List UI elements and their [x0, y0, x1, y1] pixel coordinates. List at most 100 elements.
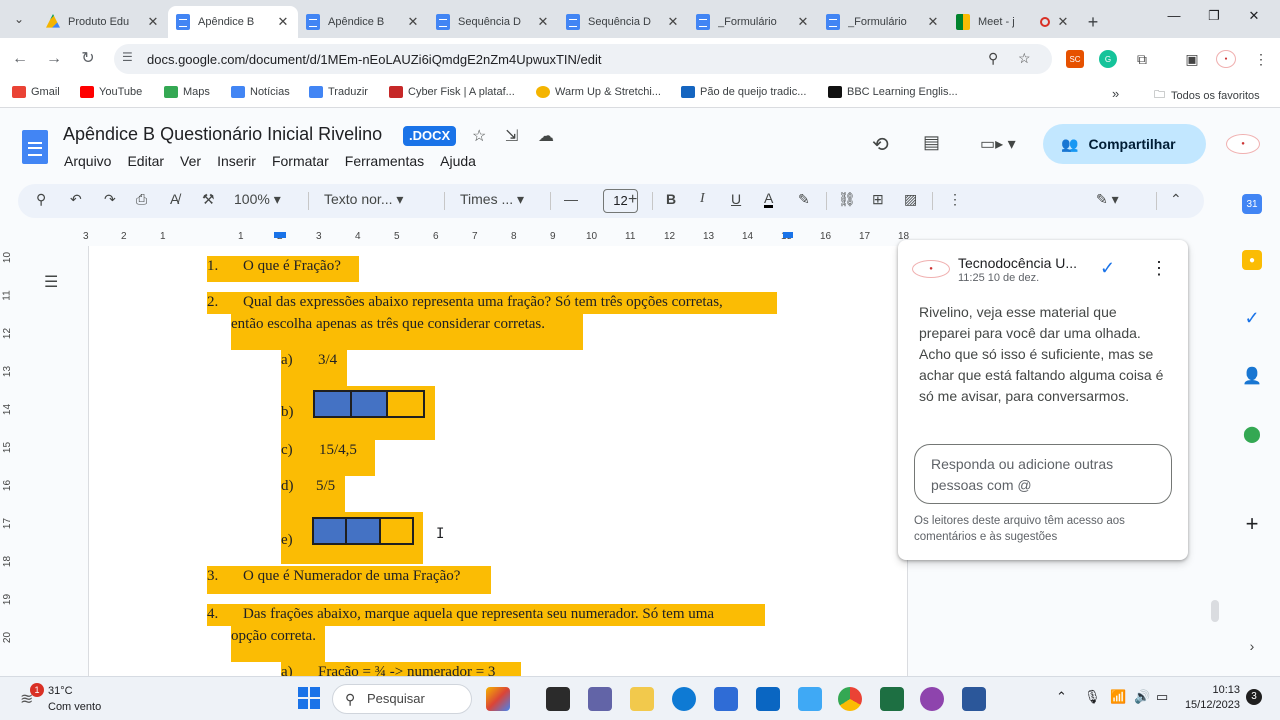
close-icon[interactable]: ✕ [1056, 14, 1070, 30]
editing-mode-icon[interactable]: ✎ ▾ [1096, 191, 1119, 208]
increase-font-icon[interactable]: + [628, 191, 637, 209]
style-select[interactable]: Texto nor... ▾ [324, 191, 432, 208]
grammarly-icon[interactable]: G [1099, 50, 1117, 68]
menu-editar[interactable]: Editar [127, 153, 164, 169]
sc-extension-icon[interactable]: SC [1066, 50, 1084, 68]
cloud-status-icon[interactable]: ☁ [538, 126, 554, 146]
menu-ajuda[interactable]: Ajuda [440, 153, 476, 169]
insert-image-icon[interactable]: ▨ [904, 191, 917, 208]
side-panel-icon[interactable]: ▣ [1183, 50, 1201, 68]
bookmark-cyber-fisk[interactable]: Cyber Fisk | A plataf... [389, 86, 515, 98]
tasks-icon[interactable]: ✓ [1242, 308, 1262, 328]
bold-icon[interactable]: B [666, 191, 676, 207]
back-icon[interactable]: ← [10, 49, 30, 69]
meet-video-icon[interactable]: ▭▸ ▾ [980, 134, 1016, 154]
tray-overflow-icon[interactable]: ⌃ [1056, 689, 1067, 705]
notification-badge[interactable]: 3 [1246, 689, 1262, 705]
tab-apendice[interactable]: Apêndice B ✕ [298, 6, 428, 38]
close-icon[interactable]: ✕ [926, 14, 940, 30]
computer-icon[interactable] [798, 687, 822, 711]
collapse-menus-icon[interactable]: ⌃ [1170, 191, 1182, 208]
show-side-panel-icon[interactable]: › [1242, 636, 1262, 656]
tab-meet[interactable]: Meet - j ✕ [948, 6, 1078, 38]
highlight-icon[interactable]: ✎ [798, 191, 810, 208]
reload-icon[interactable]: ↻ [78, 49, 98, 69]
wifi-icon[interactable]: 📶 [1110, 689, 1126, 705]
redo-icon[interactable]: ↷ [104, 191, 116, 208]
reply-input[interactable]: Responda ou adicione outras pessoas com … [914, 444, 1172, 504]
tab-produto[interactable]: Produto Edu ✕ [38, 6, 168, 38]
menu-ferramentas[interactable]: Ferramentas [345, 153, 424, 169]
restore-icon[interactable]: ❐ [1204, 8, 1224, 24]
all-bookmarks[interactable]: 🗀 Todos os favoritos [1154, 86, 1260, 105]
site-info-icon[interactable]: ☰ [122, 50, 133, 64]
extensions-icon[interactable]: ⧉ [1133, 50, 1151, 68]
bookmark-pao-de-queijo[interactable]: Pão de queijo tradic... [681, 86, 806, 98]
clock[interactable]: 10:13 15/12/2023 [1184, 683, 1240, 713]
bookmark-maps[interactable]: Maps [164, 86, 210, 98]
task-view-icon[interactable] [546, 687, 570, 711]
menu-formatar[interactable]: Formatar [272, 153, 329, 169]
paint-format-icon[interactable]: ⚒ [202, 191, 215, 208]
more-tools-icon[interactable]: ⋮ [948, 191, 962, 208]
bookmark-warm-up[interactable]: Warm Up & Stretchi... [536, 86, 661, 98]
close-icon[interactable]: ✕ [796, 14, 810, 30]
horizontal-ruler[interactable]: 3 2 1 1 2 3 4 5 6 7 8 9 10 11 12 13 14 1… [0, 226, 909, 246]
microphone-icon[interactable]: 🎙 [1084, 689, 1101, 705]
forward-icon[interactable]: → [44, 49, 64, 69]
maps-icon[interactable]: ⬤ [1242, 424, 1262, 444]
close-icon[interactable]: ✕ [536, 14, 550, 30]
move-folder-icon[interactable]: ⇲ [505, 126, 518, 146]
bookmark-bbc[interactable]: BBC Learning Englis... [828, 86, 958, 98]
indent-marker[interactable] [274, 232, 286, 238]
zoom-icon[interactable]: ⚲ [988, 50, 998, 67]
teams-icon[interactable] [588, 687, 612, 711]
tab-sequencia-2[interactable]: Sequência D ✕ [558, 6, 688, 38]
spellcheck-icon[interactable]: A̸ [170, 191, 179, 207]
zoom-select[interactable]: 100% ▾ [234, 191, 281, 208]
decrease-font-icon[interactable]: — [564, 191, 578, 207]
search-menus-icon[interactable]: ⚲ [36, 191, 46, 208]
document-outline-icon[interactable]: ☰ [44, 272, 64, 292]
docs-home-icon[interactable] [22, 130, 48, 164]
start-button[interactable] [298, 687, 320, 709]
text-color-icon[interactable]: A [764, 191, 774, 208]
weather-widget[interactable]: ≋ 1 31°C Com vento [16, 683, 126, 715]
url-text[interactable]: docs.google.com/document/d/1MEm-nEoLAUZi… [147, 52, 601, 67]
document-page[interactable]: 1. O que é Fração? 2. Qual das expressõe… [88, 246, 908, 676]
menu-ver[interactable]: Ver [180, 153, 201, 169]
comment-more-icon[interactable]: ⋮ [1150, 258, 1168, 279]
edge-icon[interactable] [672, 687, 696, 711]
bookmark-youtube[interactable]: YouTube [80, 86, 142, 98]
comment-card[interactable]: ● Tecnodocência U... 11:25 10 de dez. ✓ … [898, 240, 1188, 560]
new-tab-button[interactable]: + [1078, 6, 1108, 38]
contacts-icon[interactable]: 👤 [1242, 366, 1262, 386]
close-icon[interactable]: ✕ [406, 14, 420, 30]
close-icon[interactable]: ✕ [276, 14, 290, 30]
recorder-icon[interactable] [920, 687, 944, 711]
add-addon-icon[interactable]: + [1242, 511, 1262, 536]
underline-icon[interactable]: U [731, 191, 741, 207]
menu-inserir[interactable]: Inserir [217, 153, 256, 169]
chrome-icon[interactable] [838, 687, 862, 711]
star-icon[interactable]: ☆ [472, 126, 486, 146]
version-history-icon[interactable]: ⟲ [872, 132, 889, 157]
account-avatar[interactable]: ● [1226, 134, 1260, 154]
mail-icon[interactable] [756, 687, 780, 711]
tab-formulario-2[interactable]: _Formulário ✕ [818, 6, 948, 38]
resolve-check-icon[interactable]: ✓ [1100, 258, 1115, 279]
document-title[interactable]: Apêndice B Questionário Inicial Rivelino [63, 124, 382, 145]
link-icon[interactable]: ⛓ [838, 191, 856, 208]
font-select[interactable]: Times ... ▾ [460, 191, 540, 208]
comments-icon[interactable]: ▤ [923, 132, 940, 153]
tab-apendice-active[interactable]: Apêndice B ✕ [168, 6, 298, 38]
close-icon[interactable]: ✕ [146, 14, 160, 30]
minimize-icon[interactable]: — [1164, 8, 1184, 23]
add-comment-icon[interactable]: ⊞ [872, 191, 884, 208]
bookmarks-overflow-icon[interactable]: » [1112, 86, 1119, 101]
undo-icon[interactable]: ↶ [70, 191, 82, 208]
excel-icon[interactable] [880, 687, 904, 711]
bookmark-gmail[interactable]: Gmail [12, 86, 60, 98]
bookmark-star-icon[interactable]: ☆ [1018, 50, 1031, 67]
right-indent-marker[interactable] [783, 232, 793, 238]
